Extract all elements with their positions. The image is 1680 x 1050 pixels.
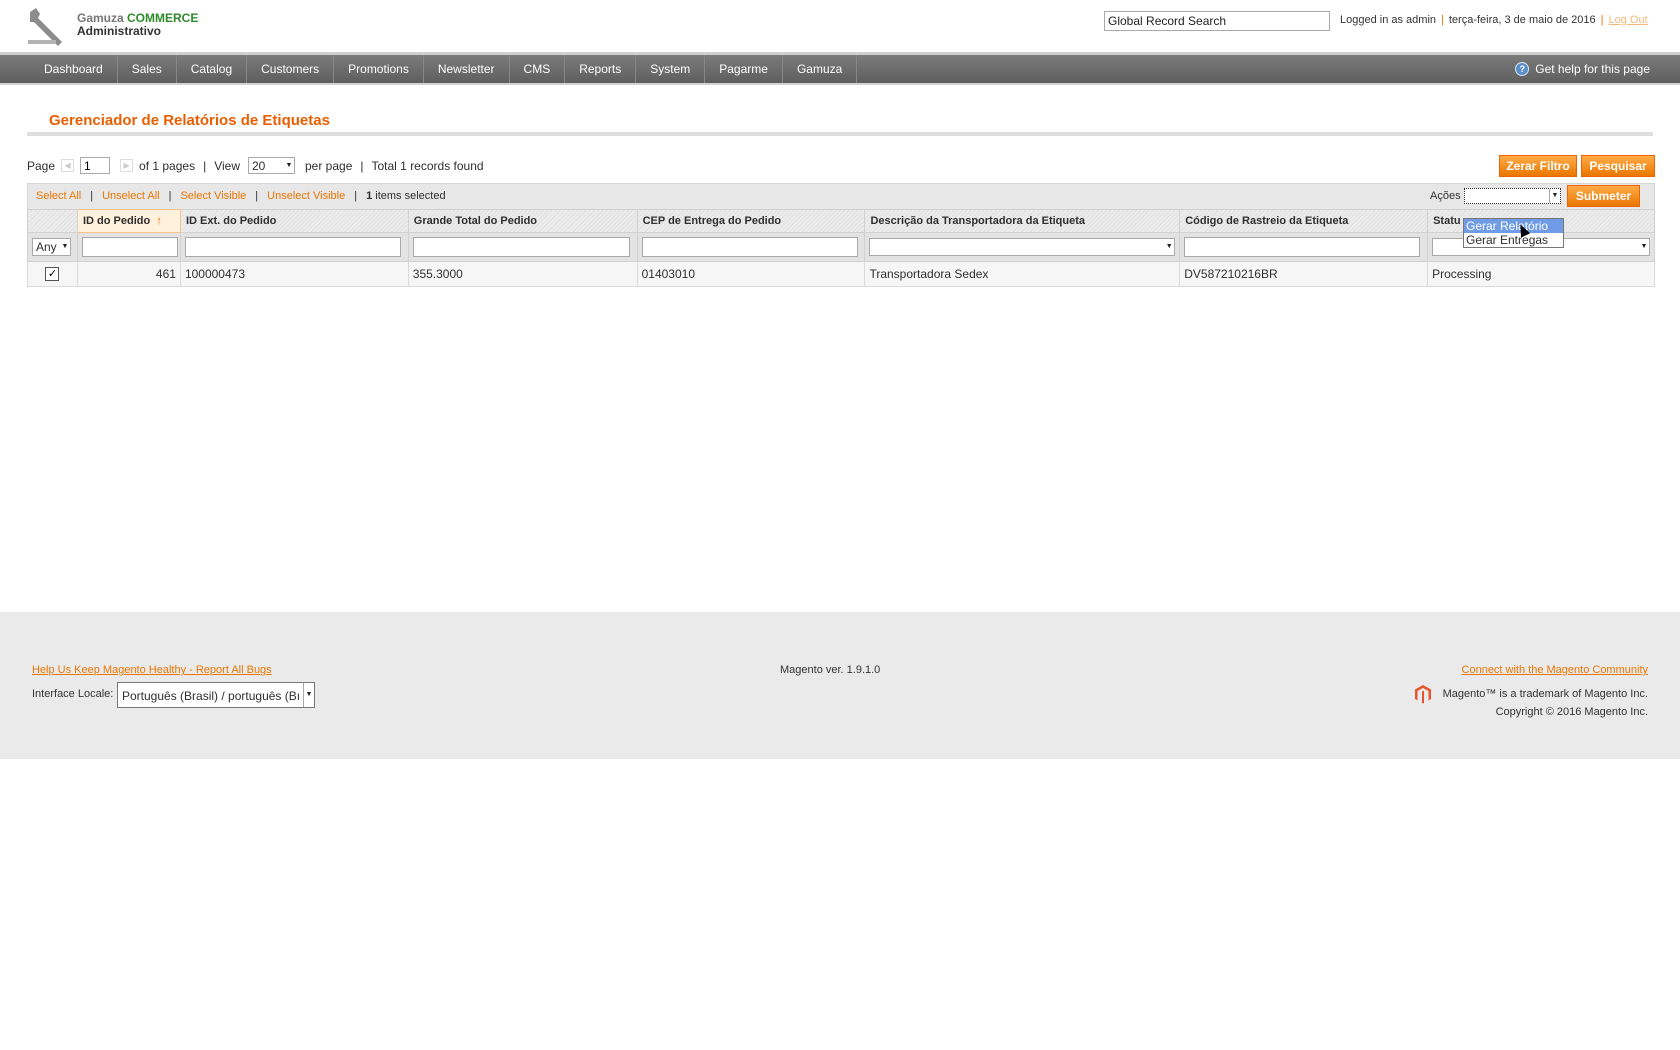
nav-item-customers[interactable]: Customers [247,55,335,83]
option-gerar-entregas[interactable]: Gerar Entregas [1464,233,1563,247]
sort-asc-icon: ↑ [156,215,162,227]
logged-in-text: Logged in as admin [1340,14,1437,26]
community-link[interactable]: Connect with the Magento Community [1462,664,1648,676]
trademark: Magento™ is a trademark of Magento Inc. [1413,684,1648,704]
selected-label: items selected [372,190,446,202]
column-header-grand-total[interactable]: Grande Total do Pedido [407,209,638,233]
title-divider [27,132,1653,136]
help-label: Get help for this page [1535,62,1650,76]
row-checkbox[interactable]: ✓ [45,267,60,281]
table-row[interactable]: ✓ 461 100000473 355.3000 01403010 Transp… [27,261,1655,287]
page-input[interactable] [80,157,111,174]
date-text: terça-feira, 3 de maio de 2016 [1448,14,1596,26]
header-user-info: Logged in as admin | terça-feira, 3 de mai… [1340,14,1648,26]
help-link[interactable]: ? Get help for this page [1515,55,1650,83]
locale-value: Português (Brasil) / português (Bı [122,689,301,703]
actions-dropdown-list: Gerar Relatório Gerar Entregas [1463,218,1564,248]
select-all-link[interactable]: Select All [36,190,81,202]
pager: Page ◀ ▶ of 1 pages | View 20▼ per page … [27,157,484,174]
nav-item-dashboard[interactable]: Dashboard [30,55,118,83]
main-nav: Dashboard Sales Catalog Customers Promot… [0,55,1680,85]
chevron-down-icon: ▼ [285,162,293,169]
per-page-value: 20 [252,158,266,173]
chevron-down-icon: ▼ [303,683,314,707]
cell-carrier: Transportadora Sedex [864,261,1181,287]
filter-carrier-select[interactable]: ▼ [869,238,1176,256]
trademark-text: Magento™ is a trademark of Magento Inc. [1442,688,1648,700]
select-visible-link[interactable]: Select Visible [180,190,246,202]
logo-subtitle: Administrativo [77,24,162,38]
column-header-carrier[interactable]: Descrição da Transportadora da Etiqueta [864,209,1181,233]
cell-order-id: 461 [76,261,181,287]
massaction-bar: Select All | Unselect All | Select Visible | U… [27,183,1655,210]
global-search-input[interactable] [1104,11,1330,31]
filter-select-any[interactable]: Any ▼ [32,238,71,256]
view-label: View [214,158,240,173]
footer: Help Us Keep Magento Healthy - Report Al… [0,612,1680,759]
option-gerar-relatorio[interactable]: Gerar Relatório [1464,219,1563,233]
actions-label: Ações [1430,190,1461,202]
per-page-select[interactable]: 20 ▼ [248,157,295,174]
reset-filter-button[interactable]: Zerar Filtro [1499,155,1577,177]
unselect-visible-link[interactable]: Unselect Visible [267,190,345,202]
page-label: Page [27,158,56,173]
help-icon: ? [1515,62,1530,76]
nav-item-gamuza[interactable]: Gamuza [783,55,858,83]
grid-header-checkbox [27,209,78,233]
filter-cep-input[interactable] [641,237,858,257]
total-records-text: Total 1 records found [371,158,484,173]
logout-link[interactable]: Log Out [1609,14,1648,26]
chevron-down-icon: ▼ [1640,243,1648,250]
nav-item-promotions[interactable]: Promotions [334,55,424,83]
nav-item-sales[interactable]: Sales [118,55,177,83]
cell-status: Processing [1427,261,1655,287]
unselect-all-link[interactable]: Unselect All [102,190,159,202]
chevron-down-icon: ▼ [61,243,69,250]
version-text: Magento ver. 1.9.1.0 [780,664,881,676]
nav-item-newsletter[interactable]: Newsletter [424,55,510,83]
page-title: Gerenciador de Relatórios de Etiquetas [49,112,330,129]
next-page-icon[interactable]: ▶ [120,159,134,172]
filter-ext-id-input[interactable] [184,237,402,257]
magento-logo-icon [1414,685,1431,704]
submit-button[interactable]: Submeter [1567,185,1640,207]
nav-item-reports[interactable]: Reports [565,55,637,83]
report-bugs-link[interactable]: Help Us Keep Magento Healthy - Report Al… [32,664,272,676]
prev-page-icon[interactable]: ◀ [61,159,75,172]
search-button[interactable]: Pesquisar [1581,155,1655,177]
header: Gamuza COMMERCE Administrativo Logged in… [0,0,1680,55]
of-pages-text: of 1 pages [139,158,196,173]
nav-item-catalog[interactable]: Catalog [177,55,248,83]
copyright-text: Copyright © 2016 Magento Inc. [1495,706,1648,718]
orders-grid: ID do Pedido ↑ ID Ext. do Pedido Grande T… [27,209,1655,287]
column-label: ID do Pedido [82,215,151,227]
grid-filter-row: Any ▼ ▼ ▼ [27,232,1655,262]
locale-select[interactable]: Português (Brasil) / português (Bı ▼ [117,682,315,708]
column-header-tracking[interactable]: Código de Rastreio da Etiqueta [1179,209,1429,233]
filter-grand-total-input[interactable] [412,237,630,257]
grid-header-row: ID do Pedido ↑ ID Ext. do Pedido Grande T… [27,209,1655,233]
column-header-order-id[interactable]: ID do Pedido ↑ [76,209,181,233]
actions-select[interactable]: ▼ [1464,188,1561,204]
cell-grand-total: 355.3000 [407,261,638,287]
logo-prefix: Gamuza [77,11,128,25]
cell-cep: 01403010 [636,261,866,287]
filter-any-value: Any [36,240,57,254]
wrench-logo-icon[interactable] [26,6,70,46]
chevron-down-icon: ▼ [1165,243,1173,250]
cell-tracking: DV587210216BR [1179,261,1429,287]
nav-item-cms[interactable]: CMS [510,55,566,83]
column-header-ext-id[interactable]: ID Ext. do Pedido [179,209,409,233]
column-header-cep[interactable]: CEP de Entrega do Pedido [636,209,866,233]
nav-item-pagarme[interactable]: Pagarme [705,55,783,83]
logo-text[interactable]: Gamuza COMMERCE Administrativo [77,12,198,38]
per-page-label: per page [305,158,353,173]
filter-order-id-input[interactable] [81,237,179,257]
locale-label: Interface Locale: [32,688,114,700]
chevron-down-icon: ▼ [1549,189,1560,203]
logo-brand: COMMERCE [127,11,199,25]
nav-item-system[interactable]: System [636,55,706,83]
cell-ext-id: 100000473 [179,261,409,287]
filter-tracking-input[interactable] [1184,237,1420,257]
